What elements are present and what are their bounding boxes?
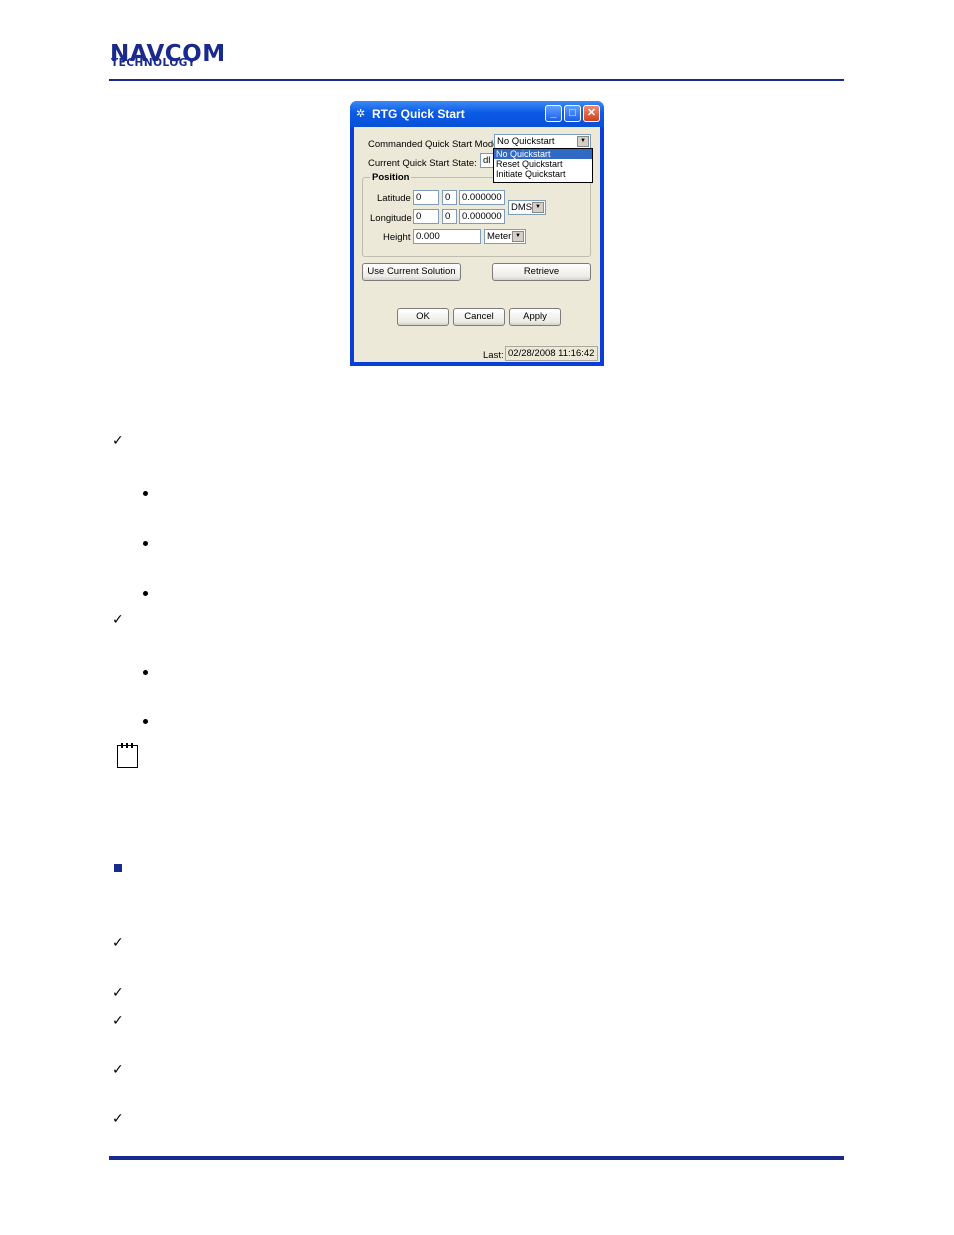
section-bullet-icon: [114, 864, 122, 872]
checkmark-icon: ✓: [112, 935, 124, 951]
checkmark-icon: ✓: [112, 1062, 124, 1078]
bullet-icon: [143, 719, 148, 724]
ok-button[interactable]: OK: [397, 308, 449, 326]
commanded-mode-label: Commanded Quick Start Mode:: [368, 139, 502, 150]
coordinate-format-value: DMS: [511, 202, 533, 213]
height-unit-value: Meter: [487, 231, 512, 242]
use-current-solution-button[interactable]: Use Current Solution: [362, 263, 461, 281]
maximize-icon[interactable]: □: [564, 105, 581, 122]
longitude-seconds-input[interactable]: 0.000000: [459, 209, 505, 224]
apply-button[interactable]: Apply: [509, 308, 561, 326]
checkmark-icon: ✓: [112, 1111, 124, 1127]
current-state-label: Current Quick Start State:: [368, 158, 477, 169]
dropdown-option-no-quickstart[interactable]: No Quickstart: [494, 149, 592, 159]
close-icon[interactable]: ✕: [583, 105, 600, 122]
height-unit-select[interactable]: Meter ▼: [484, 229, 526, 244]
header-rule: [109, 79, 844, 81]
app-icon: ✲: [356, 108, 366, 120]
title-bar[interactable]: ✲ RTG Quick Start _ □ ✕: [350, 101, 604, 127]
commanded-mode-select[interactable]: No Quickstart ▼: [494, 134, 591, 149]
checkmark-icon: ✓: [112, 985, 124, 1001]
current-state-field: dl: [480, 153, 494, 168]
navcom-logo-subtitle: TECHNOLOGY: [111, 57, 196, 69]
current-state-value: dl: [483, 155, 491, 166]
minimize-icon[interactable]: _: [545, 105, 562, 122]
retrieve-button[interactable]: Retrieve: [492, 263, 591, 281]
bullet-icon: [143, 591, 148, 596]
longitude-label: Longitude: [370, 213, 412, 224]
height-label: Height: [383, 232, 411, 243]
latitude-degrees-input[interactable]: 0: [413, 190, 439, 205]
dropdown-option-initiate-quickstart[interactable]: Initiate Quickstart: [494, 169, 592, 179]
checkmark-icon: ✓: [112, 1013, 124, 1029]
latitude-label: Latitude: [377, 193, 411, 204]
bullet-icon: [143, 670, 148, 675]
longitude-minutes-input[interactable]: 0: [442, 209, 457, 224]
last-timestamp: 02/28/2008 11:16:42: [505, 346, 598, 361]
bullet-icon: [143, 541, 148, 546]
note-icon: [117, 743, 138, 768]
checkmark-icon: ✓: [112, 612, 124, 628]
commanded-mode-value: No Quickstart: [497, 136, 555, 147]
chevron-down-icon[interactable]: ▼: [512, 231, 524, 242]
coordinate-format-select[interactable]: DMS ▼: [508, 200, 546, 215]
commanded-mode-dropdown: No Quickstart Reset Quickstart Initiate …: [493, 148, 593, 183]
checkmark-icon: ✓: [112, 433, 124, 449]
longitude-degrees-input[interactable]: 0: [413, 209, 439, 224]
last-label: Last:: [483, 350, 504, 361]
height-input[interactable]: 0.000: [413, 229, 481, 244]
latitude-seconds-input[interactable]: 0.000000: [459, 190, 505, 205]
dialog-client-area: Commanded Quick Start Mode: No Quickstar…: [354, 127, 600, 362]
footer-rule: [109, 1156, 844, 1160]
dropdown-option-reset-quickstart[interactable]: Reset Quickstart: [494, 159, 592, 169]
cancel-button[interactable]: Cancel: [453, 308, 505, 326]
window-title: RTG Quick Start: [372, 107, 465, 121]
chevron-down-icon[interactable]: ▼: [577, 136, 589, 147]
position-group-label: Position: [370, 172, 412, 183]
latitude-minutes-input[interactable]: 0: [442, 190, 457, 205]
bullet-icon: [143, 491, 148, 496]
chevron-down-icon[interactable]: ▼: [532, 202, 544, 213]
rtg-quick-start-window: ✲ RTG Quick Start _ □ ✕ Commanded Quick …: [350, 101, 604, 366]
